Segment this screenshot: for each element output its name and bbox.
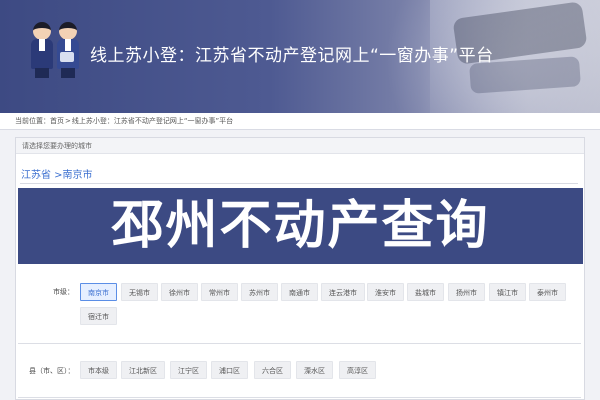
city-option-xuzhou[interactable]: 徐州市 [161,283,198,301]
city-filter-label: 市级： [53,288,74,296]
mascot-male-icon [56,22,80,78]
panel-header: 请选择您要办理的城市 [16,138,584,154]
city-option-yangzhou[interactable]: 扬州市 [448,283,485,301]
breadcrumb-prefix: 当前位置： [15,117,50,125]
city-option-suzhou[interactable]: 苏州市 [241,283,278,301]
overlay-title-banner: 邳州不动产查询 [18,188,583,264]
city-option-changzhou[interactable]: 常州市 [201,283,238,301]
mascot-female-icon [30,22,54,78]
city-option-taizhou[interactable]: 泰州市 [529,283,566,301]
county-option-city-level[interactable]: 市本级 [80,361,117,379]
breadcrumb: 当前位置：首页>线上苏小登：江苏省不动产登记网上“一窗办事”平台 [15,116,233,126]
county-option-jiangning[interactable]: 江宁区 [170,361,207,379]
header-banner: 线上苏小登：江苏省不动产登记网上“一窗办事”平台 [0,0,600,113]
divider [18,343,581,344]
county-option-luhe[interactable]: 六合区 [254,361,291,379]
county-option-gaochun[interactable]: 高淳区 [339,361,376,379]
divider [20,183,578,184]
divider [18,397,581,398]
mascot-logo [30,22,86,80]
county-filter-label: 县（市、区）： [29,367,75,375]
city-option-huaian[interactable]: 淮安市 [367,283,404,301]
city-option-yancheng[interactable]: 盐城市 [407,283,444,301]
city-option-nantong[interactable]: 南通市 [281,283,318,301]
breadcrumb-current[interactable]: 线上苏小登：江苏省不动产登记网上“一窗办事”平台 [72,117,233,125]
city-option-wuxi[interactable]: 无锡市 [121,283,158,301]
overlay-title: 邳州不动产查询 [111,196,490,256]
city-option-suqian[interactable]: 宿迁市 [80,307,117,325]
county-option-pukou[interactable]: 浦口区 [211,361,248,379]
county-option-jiangbei[interactable]: 江北新区 [121,361,165,379]
breadcrumb-home-link[interactable]: 首页 [50,117,64,125]
city-option-lianyungang[interactable]: 连云港市 [321,283,365,301]
breadcrumb-separator: > [65,117,71,125]
city-option-zhenjiang[interactable]: 镇江市 [489,283,526,301]
county-option-lishui[interactable]: 溧水区 [296,361,333,379]
breadcrumb-bar: 当前位置：首页>线上苏小登：江苏省不动产登记网上“一窗办事”平台 [0,113,600,130]
city-option-nanjing[interactable]: 南京市 [80,283,117,301]
banner-title: 线上苏小登：江苏省不动产登记网上“一窗办事”平台 [90,46,494,66]
region-breadcrumb[interactable]: 江苏省 >南京市 [21,166,93,181]
